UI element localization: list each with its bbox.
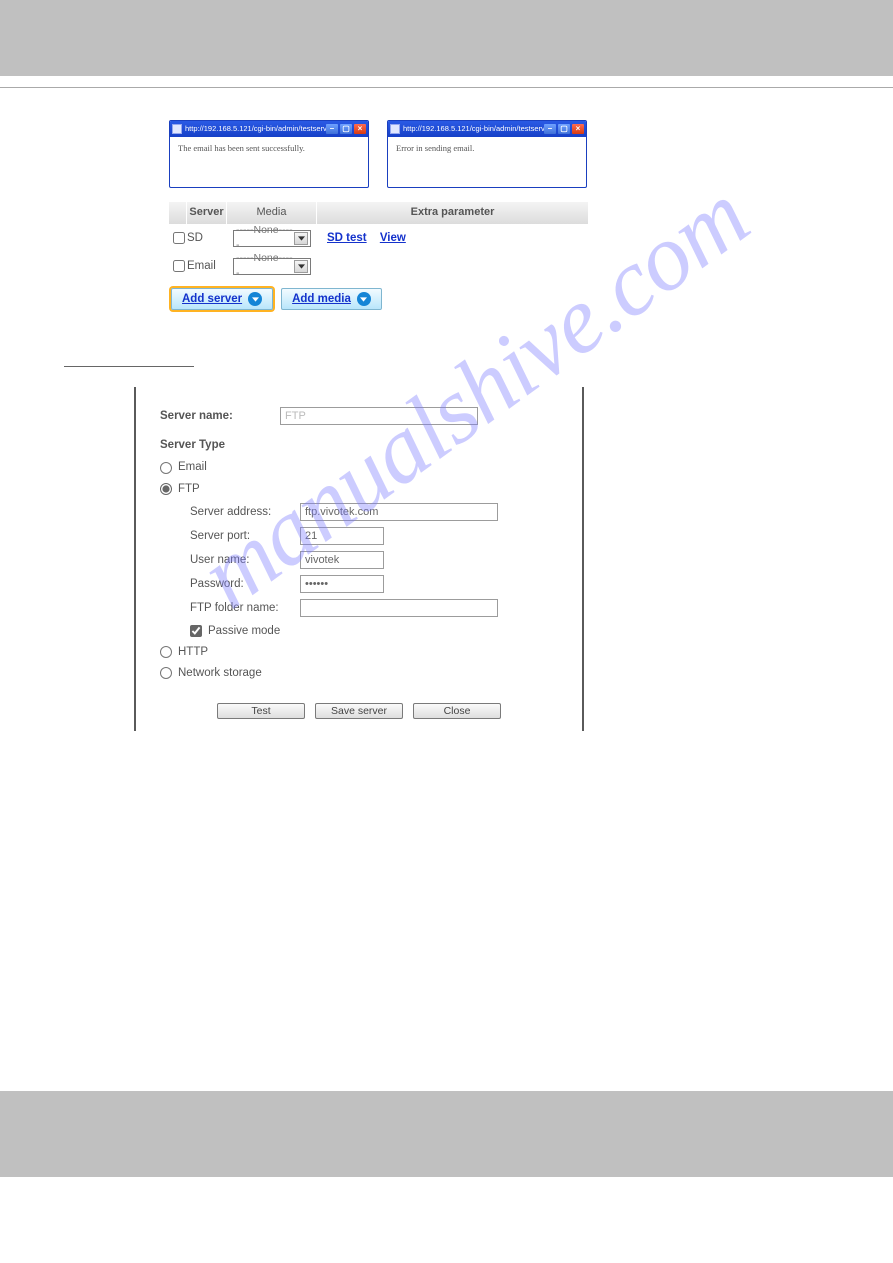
radio-label: FTP [178,481,200,497]
table-row: Email -----None----- [169,252,589,280]
email-radio[interactable] [160,462,172,474]
username-input[interactable] [300,551,384,569]
add-media-button[interactable]: Add media [281,288,382,310]
radio-label: HTTP [178,644,208,660]
save-server-button[interactable]: Save server [315,703,403,719]
minimize-icon[interactable]: – [326,124,338,134]
field-label: Server port: [160,528,300,544]
view-link[interactable]: View [380,232,406,244]
maximize-icon[interactable]: ▢ [340,124,352,134]
server-port-input[interactable] [300,527,384,545]
field-label: FTP folder name: [160,600,300,616]
select-value: -----None----- [236,251,294,280]
chevron-down-icon [294,260,308,273]
button-label: Add media [292,291,351,307]
select-value: -----None----- [236,223,294,252]
arrow-down-circle-icon [357,292,371,306]
dialog-body: Error in sending email. [388,137,586,187]
table-row: SD -----None----- SD test View [169,224,589,252]
ns-radio[interactable] [160,667,172,679]
dialog-success: http://192.168.5.121/cgi-bin/admin/tests… [169,120,369,188]
row-server: Email [187,258,227,274]
button-label: Add server [182,291,242,307]
server-name-input[interactable] [280,407,478,425]
ie-page-icon [390,124,400,134]
field-label: Server address: [160,504,300,520]
http-radio[interactable] [160,646,172,658]
minimize-icon[interactable]: – [544,124,556,134]
divider [0,76,893,88]
dialog-title: http://192.168.5.121/cgi-bin/admin/tests… [403,124,544,135]
passive-checkbox[interactable] [190,625,202,637]
field-label: User name: [160,552,300,568]
password-input[interactable] [300,575,384,593]
dialog-body: The email has been sent successfully. [170,137,368,187]
close-icon[interactable]: × [572,124,584,134]
arrow-down-circle-icon [248,292,262,306]
radio-label: Network storage [178,665,262,681]
radio-label: Email [178,459,207,475]
chevron-down-icon [294,232,308,245]
header-media: Media [227,202,317,224]
server-type-label: Server Type [160,437,558,453]
close-icon[interactable]: × [354,124,366,134]
server-address-input[interactable] [300,503,498,521]
media-select[interactable]: -----None----- [233,258,311,275]
media-select[interactable]: -----None----- [233,230,311,247]
header-blank [169,202,187,224]
checkbox-label: Passive mode [208,623,280,639]
footer-graybar [0,1091,893,1177]
test-button[interactable]: Test [217,703,305,719]
server-table: Server Media Extra parameter SD -----Non… [169,202,589,310]
ie-page-icon [172,124,182,134]
sdtest-link[interactable]: SD test [327,232,367,244]
field-label: Password: [160,576,300,592]
section-divider [64,348,194,367]
header-extra: Extra parameter [317,202,589,224]
top-graybar [0,0,893,76]
ftp-radio[interactable] [160,483,172,495]
row-checkbox[interactable] [173,260,185,272]
close-button[interactable]: Close [413,703,501,719]
ftp-config-panel: Server name: Server Type Email FTP Serve… [134,387,584,731]
dialog-title: http://192.168.5.121/cgi-bin/admin/tests… [185,124,326,135]
add-server-button[interactable]: Add server [171,288,273,310]
maximize-icon[interactable]: ▢ [558,124,570,134]
page-content: http://192.168.5.121/cgi-bin/admin/tests… [0,88,893,1051]
row-checkbox[interactable] [173,232,185,244]
server-name-label: Server name: [160,408,280,424]
row-server: SD [187,230,227,246]
header-server: Server [187,202,227,224]
dialog-error: http://192.168.5.121/cgi-bin/admin/tests… [387,120,587,188]
ftp-folder-input[interactable] [300,599,498,617]
